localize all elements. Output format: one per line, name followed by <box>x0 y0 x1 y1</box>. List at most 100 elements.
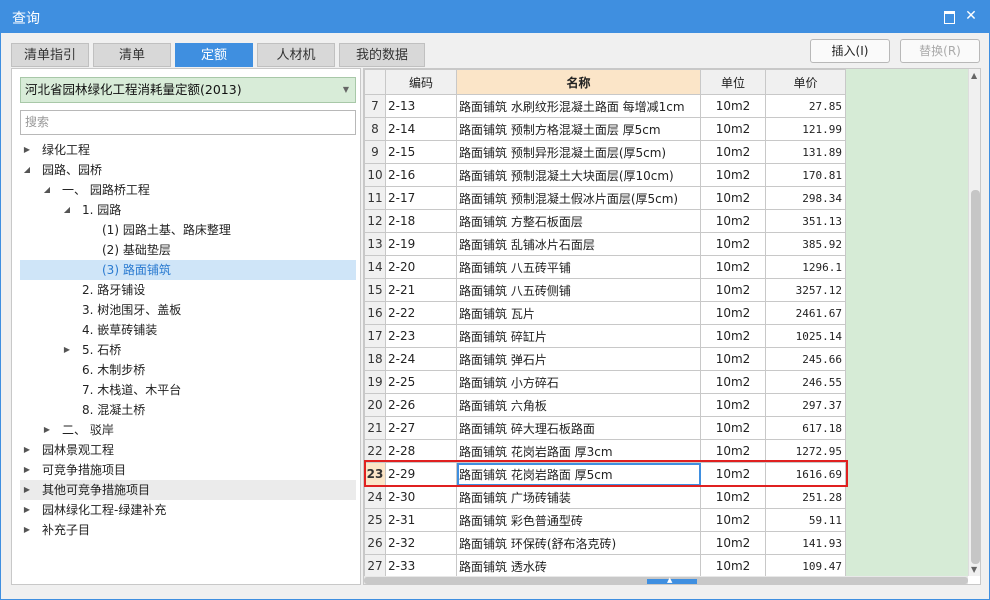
code-cell[interactable]: 2-31 <box>385 508 457 532</box>
code-cell[interactable]: 2-27 <box>385 416 457 440</box>
col-header-unit[interactable]: 单位 <box>700 69 766 95</box>
expand-icon[interactable]: ▶ <box>42 420 52 440</box>
code-cell[interactable]: 2-20 <box>385 255 457 279</box>
name-cell[interactable]: 路面铺筑 八五砖侧铺 <box>456 278 701 302</box>
table-row[interactable]: 19 2-25 路面铺筑 小方碎石 10m2 246.55 <box>364 370 846 394</box>
table-row[interactable]: 11 2-17 路面铺筑 预制混凝土假冰片面层(厚5cm) 10m2 298.34 <box>364 186 846 210</box>
name-cell[interactable]: 路面铺筑 小方碎石 <box>456 370 701 394</box>
unit-cell[interactable]: 10m2 <box>700 439 766 463</box>
row-index-cell[interactable]: 25 <box>364 508 386 532</box>
tree-item[interactable]: ▶ 绿化工程 <box>20 140 356 160</box>
price-cell[interactable]: 1616.69 <box>765 462 846 486</box>
code-cell[interactable]: 2-13 <box>385 94 457 118</box>
tab-bill[interactable]: 清单 <box>93 43 171 67</box>
price-cell[interactable]: 245.66 <box>765 347 846 371</box>
tree-item[interactable]: (3) 路面铺筑 <box>20 260 356 280</box>
quota-library-select[interactable]: 河北省园林绿化工程消耗量定额(2013) ▼ <box>20 77 356 103</box>
tree-item[interactable]: ▶ 5. 石桥 <box>20 340 356 360</box>
row-index-cell[interactable]: 11 <box>364 186 386 210</box>
unit-cell[interactable]: 10m2 <box>700 301 766 325</box>
tree-item[interactable]: 2. 路牙铺设 <box>20 280 356 300</box>
tree-item[interactable]: 4. 嵌草砖铺装 <box>20 320 356 340</box>
tree-item[interactable]: ▶ 其他可竞争措施项目 <box>20 480 356 500</box>
unit-cell[interactable]: 10m2 <box>700 393 766 417</box>
table-row[interactable]: 9 2-15 路面铺筑 预制异形混凝土面层(厚5cm) 10m2 131.89 <box>364 140 846 164</box>
expand-icon[interactable]: ▶ <box>62 340 72 360</box>
code-cell[interactable]: 2-30 <box>385 485 457 509</box>
table-row[interactable]: 15 2-21 路面铺筑 八五砖侧铺 10m2 3257.12 <box>364 278 846 302</box>
name-cell[interactable]: 路面铺筑 预制混凝土假冰片面层(厚5cm) <box>456 186 701 210</box>
row-index-cell[interactable]: 16 <box>364 301 386 325</box>
row-index-cell[interactable]: 22 <box>364 439 386 463</box>
code-cell[interactable]: 2-29 <box>385 462 457 486</box>
row-index-cell[interactable]: 17 <box>364 324 386 348</box>
unit-cell[interactable]: 10m2 <box>700 554 766 578</box>
code-cell[interactable]: 2-19 <box>385 232 457 256</box>
tab-my-data[interactable]: 我的数据 <box>339 43 425 67</box>
table-row[interactable]: 21 2-27 路面铺筑 碎大理石板路面 10m2 617.18 <box>364 416 846 440</box>
code-cell[interactable]: 2-25 <box>385 370 457 394</box>
code-cell[interactable]: 2-24 <box>385 347 457 371</box>
row-index-cell[interactable]: 18 <box>364 347 386 371</box>
table-row[interactable]: 22 2-28 路面铺筑 花岗岩路面 厚3cm 10m2 1272.95 <box>364 439 846 463</box>
table-row[interactable]: 25 2-31 路面铺筑 彩色普通型砖 10m2 59.11 <box>364 508 846 532</box>
code-cell[interactable]: 2-33 <box>385 554 457 578</box>
price-cell[interactable]: 1025.14 <box>765 324 846 348</box>
price-cell[interactable]: 2461.67 <box>765 301 846 325</box>
insert-button[interactable]: 插入(I) <box>810 39 890 63</box>
tab-labor-material-machine[interactable]: 人材机 <box>257 43 335 67</box>
unit-cell[interactable]: 10m2 <box>700 117 766 141</box>
unit-cell[interactable]: 10m2 <box>700 485 766 509</box>
expand-icon[interactable]: ▶ <box>22 500 32 520</box>
name-cell[interactable]: 路面铺筑 花岗岩路面 厚3cm <box>456 439 701 463</box>
row-index-cell[interactable]: 12 <box>364 209 386 233</box>
collapse-icon[interactable]: ◢ <box>42 180 52 200</box>
panel-collapse-handle[interactable] <box>647 576 697 584</box>
price-cell[interactable]: 385.92 <box>765 232 846 256</box>
code-cell[interactable]: 2-18 <box>385 209 457 233</box>
unit-cell[interactable]: 10m2 <box>700 370 766 394</box>
unit-cell[interactable]: 10m2 <box>700 347 766 371</box>
name-cell[interactable]: 路面铺筑 乱铺冰片石面层 <box>456 232 701 256</box>
vertical-scrollbar[interactable]: ▲ ▼ <box>968 69 980 576</box>
price-cell[interactable]: 1296.1 <box>765 255 846 279</box>
unit-cell[interactable]: 10m2 <box>700 186 766 210</box>
scroll-down-icon[interactable]: ▼ <box>971 565 977 574</box>
name-cell[interactable]: 路面铺筑 六角板 <box>456 393 701 417</box>
price-cell[interactable]: 141.93 <box>765 531 846 555</box>
row-index-cell[interactable]: 8 <box>364 117 386 141</box>
code-cell[interactable]: 2-28 <box>385 439 457 463</box>
row-index-cell[interactable]: 21 <box>364 416 386 440</box>
price-cell[interactable]: 3257.12 <box>765 278 846 302</box>
price-cell[interactable]: 251.28 <box>765 485 846 509</box>
table-row[interactable]: 16 2-22 路面铺筑 瓦片 10m2 2461.67 <box>364 301 846 325</box>
unit-cell[interactable]: 10m2 <box>700 416 766 440</box>
price-cell[interactable]: 121.99 <box>765 117 846 141</box>
code-cell[interactable]: 2-26 <box>385 393 457 417</box>
table-row[interactable]: 20 2-26 路面铺筑 六角板 10m2 297.37 <box>364 393 846 417</box>
table-row[interactable]: 14 2-20 路面铺筑 八五砖平铺 10m2 1296.1 <box>364 255 846 279</box>
col-header-name[interactable]: 名称 <box>456 69 701 95</box>
price-cell[interactable]: 27.85 <box>765 94 846 118</box>
tree-item[interactable]: ▶ 二、 驳岸 <box>20 420 356 440</box>
price-cell[interactable]: 351.13 <box>765 209 846 233</box>
table-row[interactable]: 13 2-19 路面铺筑 乱铺冰片石面层 10m2 385.92 <box>364 232 846 256</box>
table-row[interactable]: 27 2-33 路面铺筑 透水砖 10m2 109.47 <box>364 554 846 578</box>
col-header-price[interactable]: 单价 <box>765 69 846 95</box>
row-index-cell[interactable]: 10 <box>364 163 386 187</box>
name-cell[interactable]: 路面铺筑 环保砖(舒布洛克砖) <box>456 531 701 555</box>
row-index-cell[interactable]: 27 <box>364 554 386 578</box>
code-cell[interactable]: 2-14 <box>385 117 457 141</box>
tree-item[interactable]: 8. 混凝土桥 <box>20 400 356 420</box>
col-header-code[interactable]: 编码 <box>385 69 457 95</box>
price-cell[interactable]: 298.34 <box>765 186 846 210</box>
tree-item[interactable]: ▶ 园林绿化工程-绿建补充 <box>20 500 356 520</box>
tree-item[interactable]: 7. 木栈道、木平台 <box>20 380 356 400</box>
price-cell[interactable]: 297.37 <box>765 393 846 417</box>
unit-cell[interactable]: 10m2 <box>700 209 766 233</box>
unit-cell[interactable]: 10m2 <box>700 140 766 164</box>
tree-item[interactable]: ◢ 园路、园桥 <box>20 160 356 180</box>
expand-icon[interactable]: ▶ <box>22 140 32 160</box>
table-row[interactable]: 8 2-14 路面铺筑 预制方格混凝土面层 厚5cm 10m2 121.99 <box>364 117 846 141</box>
name-cell[interactable]: 路面铺筑 碎缸片 <box>456 324 701 348</box>
